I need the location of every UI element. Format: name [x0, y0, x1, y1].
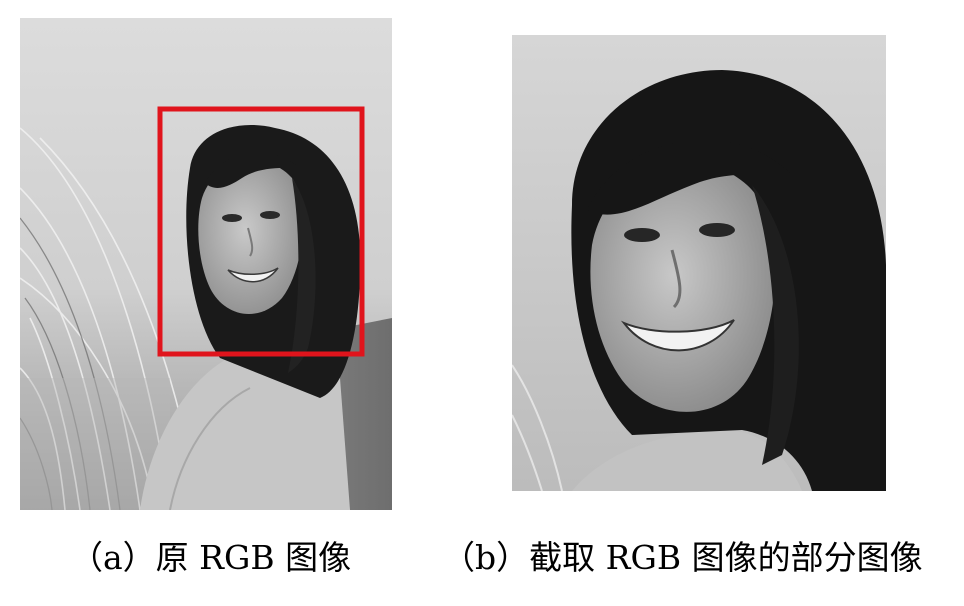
- original-photo: [20, 18, 392, 510]
- cropped-photo-panel: [512, 35, 886, 491]
- caption-cropped-image: （b）截取 RGB 图像的部分图像: [442, 538, 923, 577]
- cropped-photo: [512, 35, 886, 491]
- original-photo-panel: [20, 18, 392, 510]
- caption-original-image: （a）原 RGB 图像: [70, 538, 352, 577]
